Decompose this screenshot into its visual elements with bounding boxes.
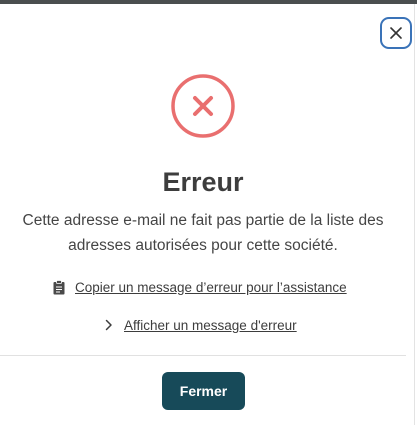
dialog-title: Erreur bbox=[162, 167, 244, 197]
error-circle-x-icon bbox=[171, 74, 235, 138]
chevron-right-icon bbox=[104, 318, 114, 332]
error-message-line-1: Cette adresse e-mail ne fait pas partie … bbox=[22, 212, 384, 229]
close-button[interactable] bbox=[380, 17, 412, 49]
show-error-link-label[interactable]: Afficher un message d'erreur bbox=[124, 318, 297, 333]
show-error-toggle[interactable]: Afficher un message d'erreur bbox=[104, 315, 297, 335]
error-message-line-2: adresses autorisées pour cette société. bbox=[68, 237, 338, 254]
footer-divider bbox=[0, 355, 406, 356]
close-icon bbox=[390, 27, 402, 39]
copy-error-link-label[interactable]: Copier un message d’erreur pour l’assist… bbox=[75, 280, 347, 295]
close-dialog-button[interactable]: Fermer bbox=[162, 372, 245, 410]
error-message: Cette adresse e-mail ne fait pas partie … bbox=[0, 208, 406, 258]
copy-error-link[interactable]: Copier un message d’erreur pour l’assist… bbox=[52, 277, 347, 297]
error-dialog: Erreur Cette adresse e-mail ne fait pas … bbox=[0, 4, 415, 425]
clipboard-icon bbox=[52, 279, 66, 295]
